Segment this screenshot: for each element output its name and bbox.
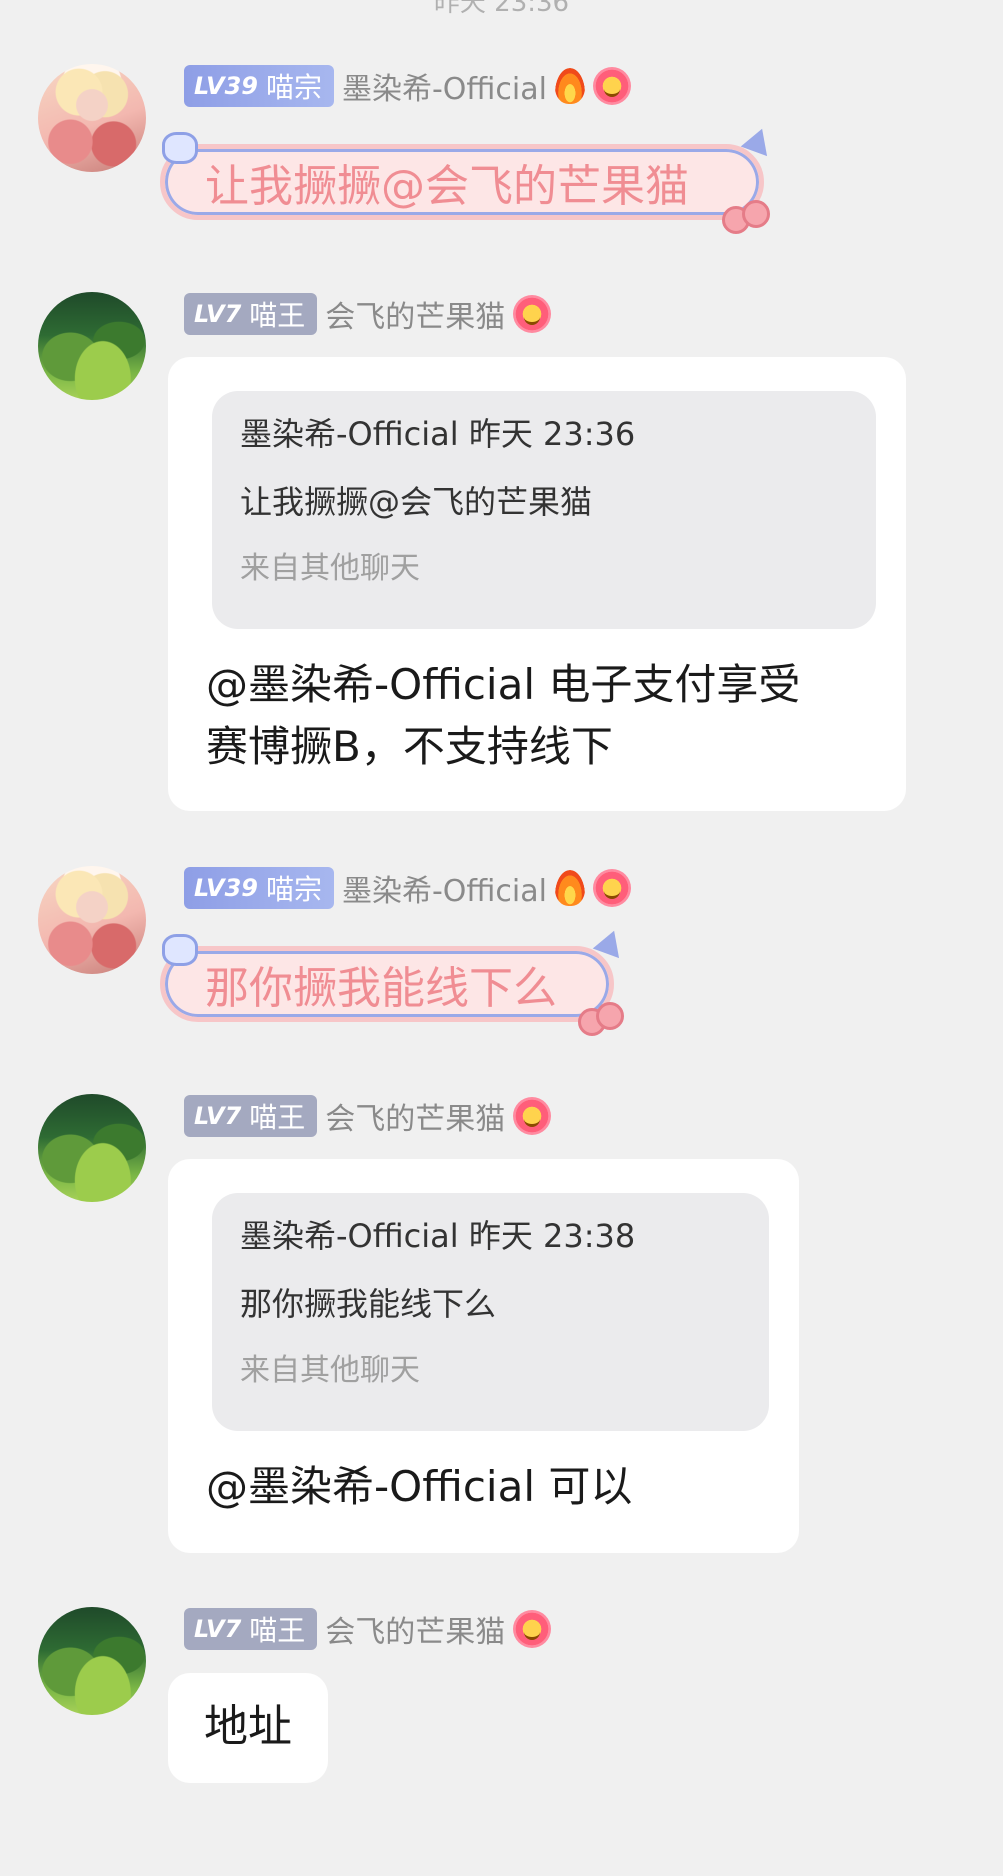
sender-name[interactable]: 墨染希-Official bbox=[342, 866, 547, 910]
sender-name[interactable]: 会飞的芒果猫 bbox=[325, 292, 505, 336]
level-badge: LV39 喵宗 bbox=[184, 867, 334, 909]
quote-text: 那你撅我能线下么 bbox=[240, 1285, 497, 1323]
reply-line: 赛博撅B，不支持线下 bbox=[206, 722, 613, 771]
level-number: LV39 bbox=[194, 72, 258, 100]
message-header: LV7 喵王 会飞的芒果猫 bbox=[184, 1607, 552, 1651]
sender-name[interactable]: 会飞的芒果猫 bbox=[325, 1094, 505, 1138]
decorated-message-bubble[interactable]: 那你撅我能线下么 bbox=[160, 946, 614, 1022]
message-text: 那你撅我能线下么 bbox=[205, 963, 557, 1014]
bow-decoration-icon bbox=[162, 934, 198, 966]
level-title: 喵王 bbox=[249, 299, 306, 332]
message-header: LV39 喵宗 墨染希-Official bbox=[184, 866, 631, 910]
level-number: LV7 bbox=[194, 300, 242, 328]
level-number: LV7 bbox=[194, 1102, 242, 1130]
message-text: 地址 bbox=[204, 1701, 292, 1752]
quote-header: 墨染希-Official 昨天 23:36 bbox=[240, 415, 636, 453]
reply-text: @墨染希-Official 可以 bbox=[206, 1459, 766, 1515]
quote-text: 让我撅撅@会飞的芒果猫 bbox=[240, 483, 593, 521]
quoted-message[interactable]: 墨染希-Official 昨天 23:36 让我撅撅@会飞的芒果猫 来自其他聊天 bbox=[212, 391, 876, 629]
message-text: 让我撅撅@会飞的芒果猫 bbox=[205, 161, 689, 212]
reply-text: @墨染希-Official 电子支付享受 赛博撅B，不支持线下 bbox=[206, 657, 886, 775]
message-header: LV7 喵王 会飞的芒果猫 bbox=[184, 292, 552, 336]
forest-landscape-avatar[interactable] bbox=[38, 1607, 146, 1715]
message-header: LV7 喵王 会飞的芒果猫 bbox=[184, 1094, 552, 1138]
level-number: LV7 bbox=[194, 1615, 242, 1643]
anime-girl-avatar[interactable] bbox=[38, 64, 146, 172]
sender-name[interactable]: 会飞的芒果猫 bbox=[325, 1607, 505, 1651]
level-title: 喵宗 bbox=[265, 873, 322, 906]
level-title: 喵王 bbox=[249, 1101, 306, 1134]
fire-icon bbox=[554, 870, 585, 906]
bow-decoration-icon bbox=[162, 132, 198, 164]
message-bubble[interactable]: 墨染希-Official 昨天 23:36 让我撅撅@会飞的芒果猫 来自其他聊天… bbox=[168, 357, 906, 811]
level-title: 喵王 bbox=[249, 1614, 306, 1647]
fire-icon bbox=[554, 68, 585, 104]
decorated-message-bubble[interactable]: 让我撅撅@会飞的芒果猫 bbox=[160, 144, 764, 220]
sender-name[interactable]: 墨染希-Official bbox=[342, 64, 547, 108]
quote-source: 来自其他聊天 bbox=[240, 551, 420, 586]
level-badge: LV39 喵宗 bbox=[184, 65, 334, 107]
quoted-message[interactable]: 墨染希-Official 昨天 23:38 那你撅我能线下么 来自其他聊天 bbox=[212, 1193, 769, 1431]
quote-source: 来自其他聊天 bbox=[240, 1353, 420, 1388]
level-title: 喵宗 bbox=[265, 71, 322, 104]
anime-girl-avatar[interactable] bbox=[38, 866, 146, 974]
flower-emoji-icon bbox=[513, 1610, 552, 1648]
flower-emoji-icon bbox=[513, 1097, 552, 1135]
forest-landscape-avatar[interactable] bbox=[38, 1094, 146, 1202]
timestamp-divider: 昨天 23:36 bbox=[433, 0, 570, 18]
level-number: LV39 bbox=[194, 874, 258, 902]
reply-line: @墨染希-Official 电子支付享受 bbox=[206, 660, 801, 709]
flower-emoji-icon bbox=[592, 67, 631, 105]
forest-landscape-avatar[interactable] bbox=[38, 292, 146, 400]
quote-header: 墨染希-Official 昨天 23:38 bbox=[240, 1217, 636, 1255]
bead-decoration-icon bbox=[596, 1002, 624, 1030]
reply-line: @墨染希-Official 可以 bbox=[206, 1462, 633, 1511]
bead-decoration-icon bbox=[742, 200, 770, 228]
message-bubble[interactable]: 墨染希-Official 昨天 23:38 那你撅我能线下么 来自其他聊天 @墨… bbox=[168, 1159, 799, 1553]
message-header: LV39 喵宗 墨染希-Official bbox=[184, 64, 631, 108]
level-badge: LV7 喵王 bbox=[184, 293, 318, 335]
level-badge: LV7 喵王 bbox=[184, 1608, 318, 1650]
message-bubble[interactable]: 地址 bbox=[168, 1673, 328, 1783]
flower-emoji-icon bbox=[513, 295, 552, 333]
flower-emoji-icon bbox=[592, 869, 631, 907]
level-badge: LV7 喵王 bbox=[184, 1095, 318, 1137]
